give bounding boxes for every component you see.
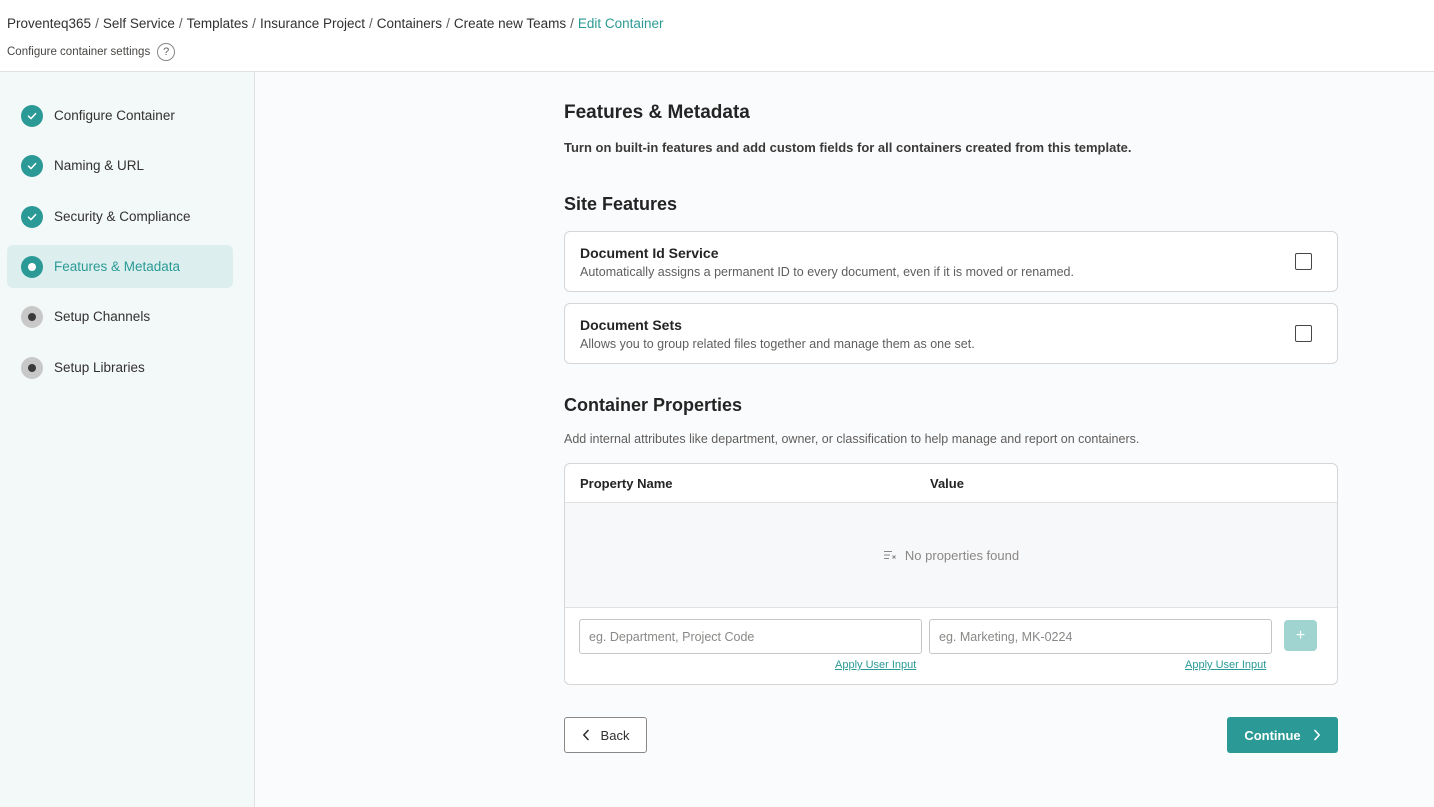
- properties-table: Property Name Value No properties found …: [564, 463, 1338, 685]
- step-label: Features & Metadata: [54, 259, 181, 274]
- subtitle-text: Configure container settings: [7, 46, 151, 58]
- step-security-compliance[interactable]: Security & Compliance: [7, 195, 233, 238]
- step-setup-channels[interactable]: Setup Channels: [7, 295, 233, 338]
- breadcrumb-item-create-new-teams[interactable]: Create new Teams: [454, 16, 566, 31]
- feature-title: Document Id Service: [580, 245, 719, 261]
- apply-user-input-name-link[interactable]: Apply User Input: [835, 659, 916, 671]
- step-setup-libraries[interactable]: Setup Libraries: [7, 346, 233, 389]
- breadcrumb-item-insurance-project[interactable]: Insurance Project: [260, 16, 365, 31]
- back-button[interactable]: Back: [564, 717, 647, 753]
- page-title: Features & Metadata: [564, 102, 750, 123]
- column-header-value: Value: [930, 476, 964, 491]
- check-icon: [21, 104, 43, 127]
- feature-description: Automatically assigns a permanent ID to …: [580, 265, 1074, 279]
- wizard-sidebar: Configure Container Naming & URL Securit…: [0, 72, 255, 807]
- property-value-input[interactable]: [929, 619, 1272, 654]
- breadcrumb-item-proventeq365[interactable]: Proventeq365: [7, 16, 91, 31]
- breadcrumb-separator: /: [570, 16, 574, 31]
- top-bar: Proventeq365/Self Service / Templates / Insu…: [0, 0, 1434, 72]
- page-intro: Turn on built-in features and add custom…: [564, 140, 1132, 155]
- breadcrumb: Proventeq365/Self Service / Templates / Insu…: [7, 16, 663, 31]
- empty-state: No properties found: [565, 503, 1337, 608]
- add-property-button[interactable]: +: [1284, 620, 1317, 651]
- column-header-property-name: Property Name: [580, 476, 673, 491]
- continue-button[interactable]: Continue: [1227, 717, 1338, 753]
- breadcrumb-separator: /: [252, 16, 256, 31]
- clear-list-icon: [883, 549, 897, 561]
- container-properties-description: Add internal attributes like department,…: [564, 432, 1140, 446]
- breadcrumb-separator: /: [446, 16, 450, 31]
- feature-title: Document Sets: [580, 317, 682, 333]
- step-label: Setup Libraries: [54, 360, 145, 375]
- help-icon[interactable]: ?: [157, 43, 176, 61]
- property-name-input[interactable]: [579, 619, 922, 654]
- feature-card-document-sets: Document Sets Allows you to group relate…: [564, 303, 1338, 364]
- pending-step-icon: [21, 356, 43, 379]
- pending-step-icon: [21, 305, 43, 328]
- main-content: Features & Metadata Turn on built-in fea…: [255, 72, 1434, 807]
- step-configure-container[interactable]: Configure Container: [7, 94, 233, 137]
- step-naming-url[interactable]: Naming & URL: [7, 144, 233, 187]
- current-step-icon: [21, 255, 43, 278]
- breadcrumb-item-containers[interactable]: Containers: [377, 16, 442, 31]
- site-features-heading: Site Features: [564, 194, 678, 214]
- chevron-right-icon: [1313, 729, 1321, 741]
- breadcrumb-separator: /: [95, 16, 99, 31]
- check-icon: [21, 205, 43, 228]
- breadcrumb-separator: /: [369, 16, 373, 31]
- step-label: Naming & URL: [54, 158, 145, 173]
- step-label: Setup Channels: [54, 309, 151, 324]
- continue-button-label: Continue: [1244, 727, 1301, 743]
- step-label: Security & Compliance: [54, 209, 191, 224]
- breadcrumb-separator: /: [178, 16, 183, 31]
- page-subtitle: Configure container settings ?: [7, 43, 176, 61]
- container-properties-heading: Container Properties: [564, 395, 743, 415]
- check-icon: [21, 154, 43, 177]
- step-label: Configure Container: [54, 108, 175, 123]
- breadcrumb-current: Edit Container: [577, 16, 664, 31]
- chevron-left-icon: [582, 729, 590, 741]
- breadcrumb-item-self-service[interactable]: Self Service: [103, 16, 175, 31]
- empty-state-text: No properties found: [904, 547, 1020, 563]
- feature-description: Allows you to group related files togeth…: [580, 337, 975, 351]
- back-button-label: Back: [600, 727, 630, 743]
- table-header: Property Name Value: [565, 464, 1337, 503]
- breadcrumb-item-templates[interactable]: Templates: [187, 16, 249, 31]
- feature-card-document-id-service: Document Id Service Automatically assign…: [564, 231, 1338, 292]
- apply-user-input-value-link[interactable]: Apply User Input: [1185, 659, 1266, 671]
- document-sets-checkbox[interactable]: [1295, 325, 1312, 342]
- document-id-service-checkbox[interactable]: [1295, 253, 1312, 270]
- step-features-metadata[interactable]: Features & Metadata: [7, 245, 233, 288]
